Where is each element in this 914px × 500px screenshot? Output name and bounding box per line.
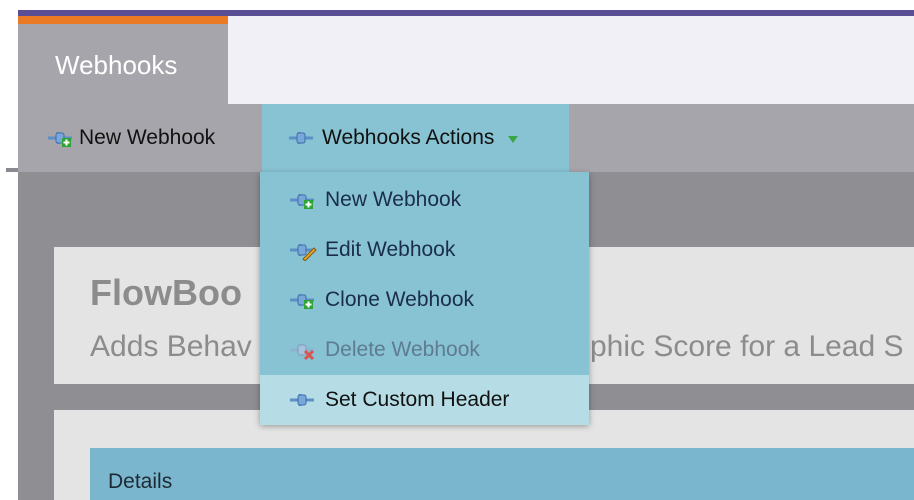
menu-item-clone-webhook[interactable]: Clone Webhook — [260, 275, 589, 325]
menu-item-delete-webhook[interactable]: Delete Webhook — [260, 325, 589, 375]
delete-webhook-icon — [290, 344, 315, 361]
details-header[interactable] — [90, 448, 914, 500]
details-label: Details — [108, 470, 173, 493]
new-webhook-icon — [290, 194, 314, 209]
menu-item-new-webhook[interactable]: New Webhook — [260, 175, 589, 225]
new-webhook-icon — [48, 132, 72, 147]
menu-item-label: Edit Webhook — [325, 238, 456, 261]
edit-webhook-icon — [290, 244, 317, 261]
webhooks-actions-button[interactable]: Webhooks Actions — [262, 104, 569, 172]
webhook-icon — [290, 394, 314, 406]
webhooks-actions-menu: New Webhook Edit Webhook Clone Webhook D… — [260, 172, 589, 425]
menu-item-set-custom-header[interactable]: Set Custom Header — [260, 375, 589, 425]
menu-item-label: Clone Webhook — [325, 288, 475, 311]
menu-item-label: Delete Webhook — [325, 338, 480, 361]
webhook-icon — [289, 132, 313, 144]
caret-down-icon — [508, 135, 519, 143]
webhook-title: FlowBoo — [90, 272, 242, 313]
webhooks-actions-label: Webhooks Actions — [322, 126, 495, 149]
tab-webhooks-label[interactable]: Webhooks — [55, 50, 177, 81]
webhook-description-right: phic Score for a Lead S — [590, 330, 904, 363]
toolbar-edge — [0, 104, 18, 172]
new-webhook-button[interactable]: New Webhook — [45, 120, 215, 156]
tab-strip — [228, 16, 914, 104]
new-webhook-label: New Webhook — [79, 126, 216, 149]
menu-item-label: New Webhook — [325, 188, 462, 211]
tab-active-indicator — [18, 16, 228, 24]
menu-item-edit-webhook[interactable]: Edit Webhook — [260, 225, 589, 275]
clone-webhook-icon — [290, 294, 314, 309]
toolbar-edge-shadow — [6, 168, 18, 172]
webhook-description-left: Adds Behav — [90, 330, 252, 363]
menu-item-label: Set Custom Header — [325, 388, 510, 411]
